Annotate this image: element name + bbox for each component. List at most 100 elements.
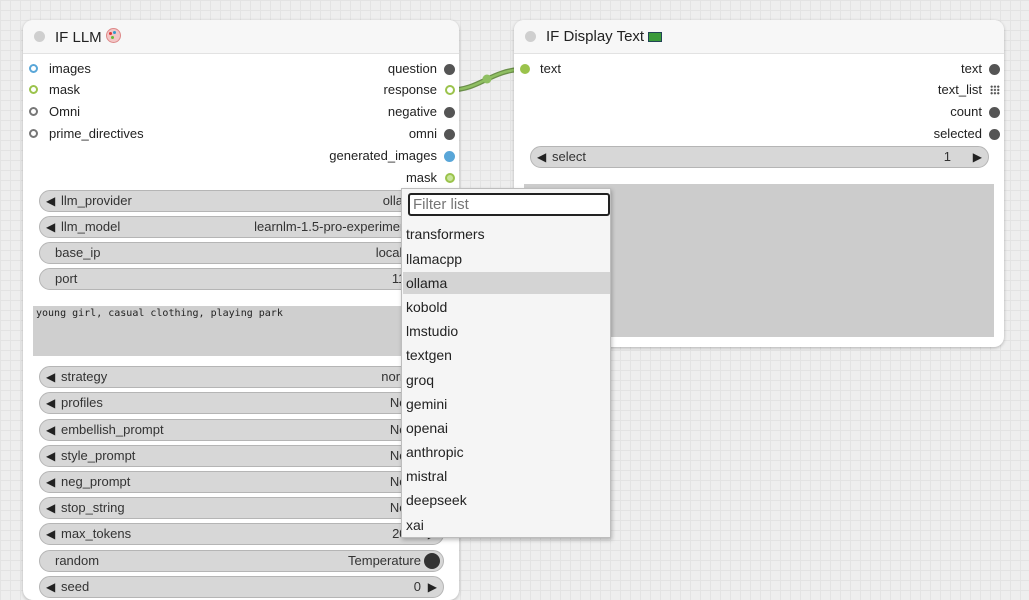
widget-label: stop_string xyxy=(61,500,125,515)
dropdown-item[interactable]: openai xyxy=(403,417,610,439)
profiles-combo[interactable]: ◀ profiles None xyxy=(39,392,444,414)
widget-label: llm_provider xyxy=(61,193,132,208)
output-connector[interactable] xyxy=(445,173,455,183)
input-connector[interactable] xyxy=(520,64,530,74)
dropdown-item[interactable]: llamacpp xyxy=(403,248,610,270)
decrement-arrow-icon[interactable]: ◀ xyxy=(46,420,55,440)
widget-label: neg_prompt xyxy=(61,474,131,489)
output-connector[interactable] xyxy=(444,129,455,140)
widget-label: embellish_prompt xyxy=(61,422,164,437)
dropdown-item[interactable]: mistral xyxy=(403,465,610,487)
node-header[interactable]: IF LLM xyxy=(23,20,459,54)
seed-number[interactable]: ◀ seed 0 ▶ xyxy=(39,576,444,598)
output-slot-response[interactable]: response xyxy=(384,82,455,98)
decrement-arrow-icon[interactable]: ◀ xyxy=(46,524,55,544)
max-tokens-number[interactable]: ◀ max_tokens 2048 ▶ xyxy=(39,523,444,545)
widget-label: style_prompt xyxy=(61,448,136,463)
list-grid-icon[interactable] xyxy=(990,85,1000,95)
output-connector[interactable] xyxy=(989,107,1000,118)
dropdown-item[interactable]: gemini xyxy=(403,393,610,415)
port-field[interactable]: port 11434 xyxy=(39,268,444,290)
dropdown-item[interactable]: lmstudio xyxy=(403,320,610,342)
output-connector[interactable] xyxy=(444,107,455,118)
prompt-textarea[interactable]: young girl, casual clothing, playing par… xyxy=(33,306,443,356)
output-connector[interactable] xyxy=(445,85,455,95)
widget-value: Temperature xyxy=(348,553,421,568)
output-slot-generated-images[interactable]: generated_images xyxy=(329,148,455,164)
input-slot-text[interactable]: text xyxy=(520,61,561,77)
strategy-combo[interactable]: ◀ strategy normal xyxy=(39,366,444,388)
input-slot-mask[interactable]: mask xyxy=(29,82,80,98)
neg-prompt-combo[interactable]: ◀ neg_prompt None xyxy=(39,471,444,493)
input-connector[interactable] xyxy=(29,107,38,116)
llm-model-combo[interactable]: ◀ llm_model learnlm-1.5-pro-experimental xyxy=(39,216,444,238)
decrement-arrow-icon[interactable]: ◀ xyxy=(46,498,55,518)
output-slot-question[interactable]: question xyxy=(388,61,455,77)
output-connector[interactable] xyxy=(444,151,455,162)
slot-label: text xyxy=(540,61,561,76)
decrement-arrow-icon[interactable]: ◀ xyxy=(46,217,55,237)
select-number[interactable]: ◀ select 1 ▶ xyxy=(530,146,989,168)
output-slot-selected[interactable]: selected xyxy=(934,126,1000,142)
slot-label: question xyxy=(387,61,437,76)
slot-label: generated_images xyxy=(329,148,437,163)
collapse-toggle[interactable] xyxy=(525,31,536,42)
node-title: IF LLM xyxy=(55,28,121,46)
monitor-icon xyxy=(648,32,663,42)
dropdown-item[interactable]: textgen xyxy=(403,344,610,366)
increment-arrow-icon[interactable]: ▶ xyxy=(973,147,982,167)
llm-provider-combo[interactable]: ◀ llm_provider ollama xyxy=(39,190,444,212)
decrement-arrow-icon[interactable]: ◀ xyxy=(46,446,55,466)
decrement-arrow-icon[interactable]: ◀ xyxy=(46,472,55,492)
decrement-arrow-icon[interactable]: ◀ xyxy=(537,147,546,167)
dropdown-item[interactable]: groq xyxy=(403,369,610,391)
style-prompt-combo[interactable]: ◀ style_prompt None xyxy=(39,445,444,467)
decrement-arrow-icon[interactable]: ◀ xyxy=(46,191,55,211)
output-slot-text-list[interactable]: text_list xyxy=(938,82,1000,98)
input-slot-omni[interactable]: Omni xyxy=(29,104,80,120)
slot-label: Omni xyxy=(49,104,81,119)
output-slot-mask[interactable]: mask xyxy=(406,170,455,186)
dropdown-item-selected[interactable]: ollama xyxy=(403,272,610,294)
input-slot-prime-directives[interactable]: prime_directives xyxy=(29,126,144,142)
widget-label: profiles xyxy=(61,395,103,410)
slot-label: selected xyxy=(933,126,982,141)
output-slot-omni[interactable]: omni xyxy=(409,126,455,142)
output-slot-negative[interactable]: negative xyxy=(388,104,455,120)
increment-arrow-icon[interactable]: ▶ xyxy=(428,577,437,597)
stop-string-combo[interactable]: ◀ stop_string None xyxy=(39,497,444,519)
toggle-knob[interactable] xyxy=(424,553,440,569)
slot-label: images xyxy=(49,61,91,76)
dropdown-item[interactable]: kobold xyxy=(403,296,610,318)
dropdown-item[interactable]: anthropic xyxy=(403,441,610,463)
decrement-arrow-icon[interactable]: ◀ xyxy=(46,577,55,597)
slot-label: prime_directives xyxy=(49,126,144,141)
dropdown-item[interactable]: xai xyxy=(403,514,610,536)
slot-label: text xyxy=(961,61,982,76)
filter-list-input[interactable] xyxy=(408,193,610,216)
slot-label: text_list xyxy=(937,82,982,97)
node-header[interactable]: IF Display Text xyxy=(514,20,1004,54)
decrement-arrow-icon[interactable]: ◀ xyxy=(46,367,55,387)
collapse-toggle[interactable] xyxy=(34,31,45,42)
input-connector[interactable] xyxy=(29,85,38,94)
output-slot-count[interactable]: count xyxy=(950,104,1000,120)
output-connector[interactable] xyxy=(989,129,1000,140)
widget-label: strategy xyxy=(61,369,108,384)
widget-value: 0 xyxy=(413,579,421,594)
dropdown-item[interactable]: deepseek xyxy=(403,489,610,511)
base-ip-field[interactable]: base_ip localhost xyxy=(39,242,444,264)
output-connector[interactable] xyxy=(989,64,1000,75)
input-connector[interactable] xyxy=(29,64,38,73)
decrement-arrow-icon[interactable]: ◀ xyxy=(46,393,55,413)
input-slot-images[interactable]: images xyxy=(29,61,91,77)
dropdown-item[interactable]: transformers xyxy=(403,223,610,245)
provider-dropdown-menu[interactable]: transformers llamacpp ollama kobold lmst… xyxy=(401,188,611,538)
random-toggle[interactable]: random Temperature xyxy=(39,550,444,572)
widget-value: learnlm-1.5-pro-experimental xyxy=(254,219,421,234)
output-slot-text[interactable]: text xyxy=(961,61,1000,77)
input-connector[interactable] xyxy=(29,129,38,138)
output-connector[interactable] xyxy=(444,64,455,75)
widget-label: port xyxy=(55,271,78,286)
embellish-prompt-combo[interactable]: ◀ embellish_prompt None xyxy=(39,419,444,441)
